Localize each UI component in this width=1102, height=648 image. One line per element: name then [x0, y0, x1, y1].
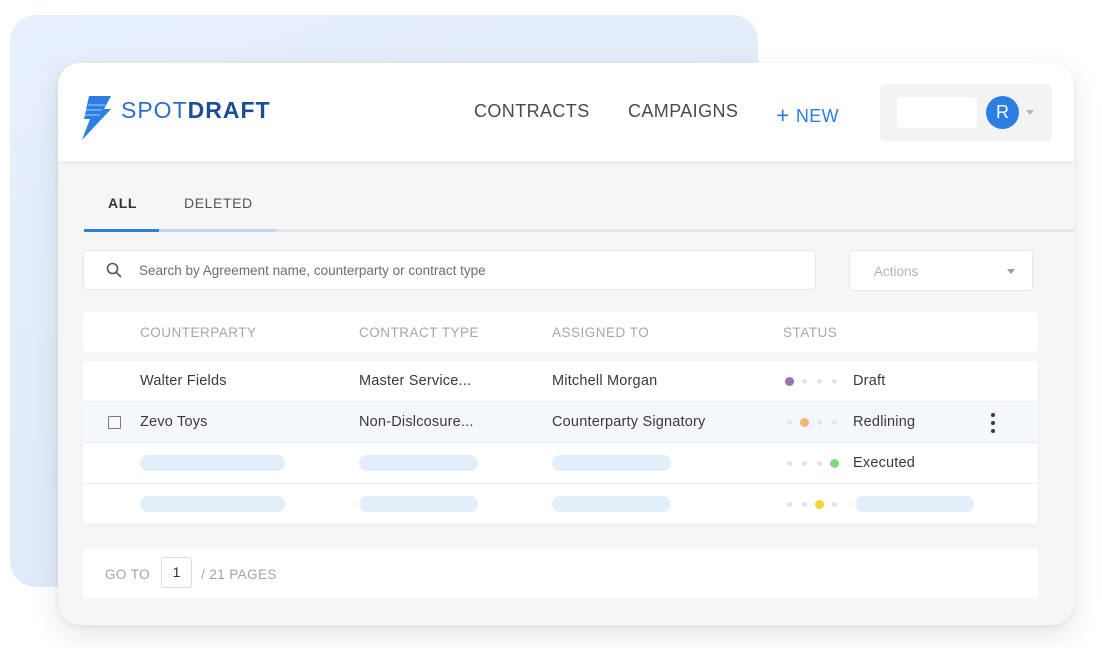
- user-name-field: [897, 97, 977, 128]
- tab-active-indicator: [84, 229, 159, 232]
- status-step-dot: [817, 461, 822, 466]
- table-row[interactable]: [83, 484, 1038, 524]
- goto-label: GO TO: [105, 567, 151, 582]
- status-step-dot: [802, 379, 807, 384]
- actions-dropdown[interactable]: Actions: [849, 250, 1033, 291]
- new-button-label: NEW: [795, 106, 840, 126]
- status-step-dot: [832, 420, 837, 425]
- new-button[interactable]: + NEW: [776, 101, 839, 128]
- search-input[interactable]: Search by Agreement name, counterparty o…: [83, 250, 816, 290]
- skeleton-placeholder: [855, 496, 974, 512]
- skeleton-placeholder: [140, 455, 285, 471]
- skeleton-placeholder: [552, 455, 671, 471]
- column-header-status[interactable]: STATUS: [783, 325, 837, 340]
- table-row[interactable]: Zevo Toys Non-Dislcosure... Counterparty…: [83, 402, 1038, 443]
- actions-label: Actions: [874, 264, 919, 279]
- status-step-dot: [817, 379, 822, 384]
- tab-secondary-indicator: [159, 229, 276, 232]
- user-menu[interactable]: R: [880, 84, 1052, 141]
- status-step-dot: [787, 461, 792, 466]
- status-badge: Redlining: [853, 414, 916, 430]
- cell-contract-type: Non-Dislcosure...: [359, 414, 474, 430]
- stage: SPOTDRAFT CONTRACTS CAMPAIGNS + NEW R ALL…: [0, 0, 1102, 648]
- chevron-down-icon: [1007, 269, 1015, 274]
- status-step-dot: [802, 502, 807, 507]
- status-badge: Executed: [853, 455, 916, 471]
- cell-counterparty: Zevo Toys: [140, 414, 208, 430]
- table-header: COUNTERPARTY CONTRACT TYPE ASSIGNED TO S…: [83, 312, 1038, 352]
- search-placeholder: Search by Agreement name, counterparty o…: [139, 263, 486, 278]
- table-body: Walter Fields Master Service... Mitchell…: [83, 361, 1038, 524]
- row-checkbox[interactable]: [108, 416, 121, 429]
- status-progress-dots: [785, 500, 845, 510]
- status-badge: Draft: [853, 373, 886, 389]
- status-step-dot: [832, 502, 837, 507]
- chevron-down-icon[interactable]: [1026, 110, 1034, 115]
- status-step-dot: [802, 461, 807, 466]
- nav-contracts[interactable]: CONTRACTS: [474, 101, 590, 122]
- page-number-input[interactable]: 1: [161, 557, 192, 588]
- column-header-contract-type[interactable]: CONTRACT TYPE: [359, 325, 479, 340]
- top-navigation-bar: SPOTDRAFT CONTRACTS CAMPAIGNS + NEW R: [58, 63, 1074, 161]
- status-step-dot: [787, 420, 792, 425]
- cell-assigned-to: Counterparty Signatory: [552, 414, 706, 430]
- lightning-bolt-icon: [82, 96, 111, 140]
- status-step-dot: [817, 420, 822, 425]
- nav-campaigns[interactable]: CAMPAIGNS: [628, 101, 738, 122]
- skeleton-placeholder: [140, 496, 285, 512]
- status-step-dot: [785, 377, 794, 386]
- search-icon: [106, 262, 122, 278]
- column-header-counterparty[interactable]: COUNTERPARTY: [140, 325, 257, 340]
- pages-total: / 21 PAGES: [201, 567, 277, 582]
- plus-icon: +: [776, 102, 790, 128]
- cell-contract-type: Master Service...: [359, 373, 472, 389]
- cell-counterparty: Walter Fields: [140, 373, 227, 389]
- tab-all[interactable]: ALL: [108, 195, 137, 211]
- skeleton-placeholder: [359, 455, 478, 471]
- status-progress-dots: [785, 377, 845, 387]
- tab-deleted[interactable]: DELETED: [184, 195, 253, 211]
- table-row[interactable]: Walter Fields Master Service... Mitchell…: [83, 361, 1038, 402]
- status-step-dot: [787, 502, 792, 507]
- column-header-assigned-to[interactable]: ASSIGNED TO: [552, 325, 649, 340]
- pagination: GO TO 1 / 21 PAGES: [83, 549, 1038, 598]
- table-row[interactable]: Executed: [83, 443, 1038, 484]
- status-step-dot: [830, 459, 839, 468]
- status-step-dot: [815, 500, 824, 509]
- status-step-dot: [800, 418, 809, 427]
- cell-assigned-to: Mitchell Morgan: [552, 373, 658, 389]
- app-window: SPOTDRAFT CONTRACTS CAMPAIGNS + NEW R ALL…: [58, 63, 1074, 625]
- status-progress-dots: [785, 418, 845, 428]
- skeleton-placeholder: [552, 496, 671, 512]
- status-progress-dots: [785, 459, 845, 469]
- skeleton-placeholder: [359, 496, 478, 512]
- more-options-icon[interactable]: [988, 412, 998, 434]
- avatar[interactable]: R: [986, 96, 1019, 129]
- logo-wordmark: SPOTDRAFT: [121, 97, 271, 123]
- status-step-dot: [832, 379, 837, 384]
